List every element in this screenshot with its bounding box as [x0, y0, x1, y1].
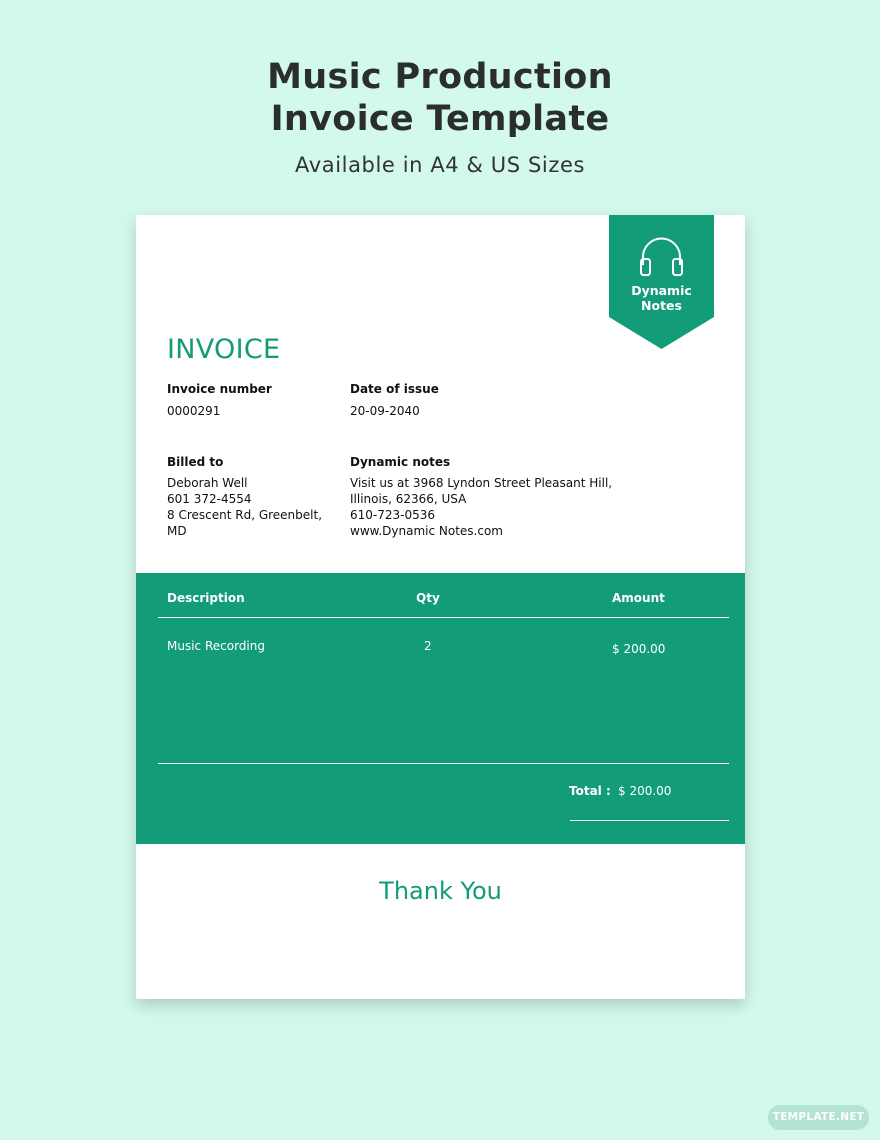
column-header-description: Description: [167, 591, 245, 605]
page-title: Music Production Invoice Template: [0, 56, 880, 140]
total-value: $ 200.00: [618, 784, 672, 798]
headphones-icon: [640, 237, 683, 276]
header-divider: [158, 617, 729, 618]
row-qty: 2: [424, 639, 432, 653]
billed-to-phone: 601 372-4554: [167, 492, 252, 506]
billed-to-name: Deborah Well: [167, 476, 248, 490]
items-table: Description Qty Amount Music Recording 2…: [136, 573, 745, 844]
row-amount: $ 200.00: [612, 642, 666, 656]
company-address-line-2: Illinois, 62366, USA: [350, 492, 467, 506]
billed-to-block: Deborah Well 601 372-4554 8 Crescent Rd,…: [167, 475, 322, 539]
company-website: www.Dynamic Notes.com: [350, 524, 503, 538]
invoice-number-value: 0000291: [167, 404, 221, 418]
company-phone: 610-723-0536: [350, 508, 436, 522]
watermark-badge: TEMPLATE.NET: [768, 1105, 869, 1130]
date-of-issue-label: Date of issue: [350, 382, 439, 396]
row-description: Music Recording: [167, 639, 265, 653]
total-underline: [570, 820, 729, 821]
logo-ribbon: Dynamic Notes: [609, 215, 714, 349]
thank-you-text: Thank You: [379, 877, 502, 905]
invoice-number-label: Invoice number: [167, 382, 272, 396]
billed-to-address-line-2: MD: [167, 524, 187, 538]
logo-text-line-2: Notes: [641, 298, 682, 313]
page-title-line-2: Invoice Template: [270, 99, 610, 139]
date-of-issue-value: 20-09-2040: [350, 404, 420, 418]
invoice-sheet: Dynamic Notes INVOICE Invoice number 000…: [136, 215, 745, 999]
company-label: Dynamic notes: [350, 455, 451, 469]
invoice-title: INVOICE: [167, 334, 281, 365]
column-header-amount: Amount: [612, 591, 665, 605]
logo-text: Dynamic Notes: [609, 283, 714, 313]
total-label: Total :: [569, 784, 611, 798]
column-header-qty: Qty: [416, 591, 440, 605]
company-block: Visit us at 3968 Lyndon Street Pleasant …: [350, 475, 612, 539]
billed-to-label: Billed to: [167, 455, 224, 469]
logo-text-line-1: Dynamic: [631, 283, 692, 298]
page-title-line-1: Music Production: [267, 57, 613, 97]
body-divider: [158, 763, 729, 764]
billed-to-address-line-1: 8 Crescent Rd, Greenbelt,: [167, 508, 323, 522]
company-address-line-1: Visit us at 3968 Lyndon Street Pleasant …: [350, 476, 613, 490]
page-subtitle: Available in A4 & US Sizes: [294, 153, 586, 177]
